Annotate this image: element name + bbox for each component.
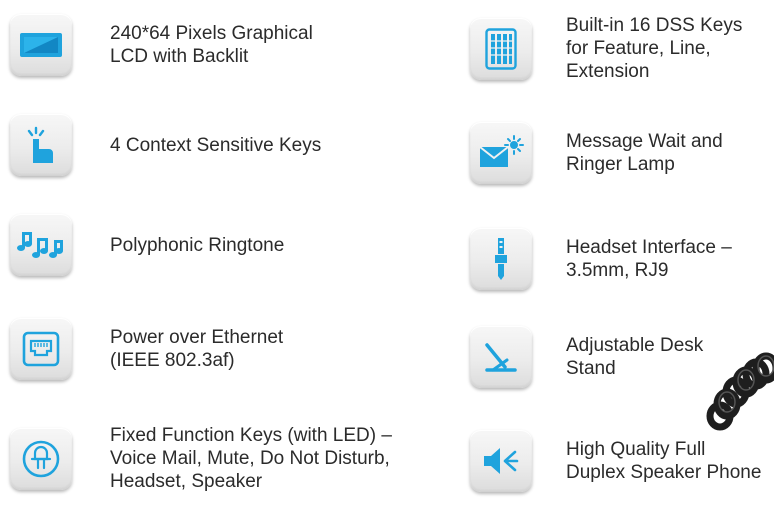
headset-jack-icon [470,228,532,290]
coiled-cord-image [706,352,774,431]
music-notes-icon [10,214,72,276]
dss-keys-icon [470,17,532,80]
message-lamp-icon [470,122,532,184]
feature-headset: Headset Interface – 3.5mm, RJ9 [470,228,732,290]
feature-message-lamp: Message Wait and Ringer Lamp [470,122,723,184]
feature-label: Headset Interface – 3.5mm, RJ9 [566,237,732,281]
desk-stand-icon [470,326,532,388]
feature-lcd: 240*64 Pixels Graphical LCD with Backlit [10,14,313,76]
feature-label: 240*64 Pixels Graphical LCD with Backlit [110,23,313,67]
feature-context-keys: 4 Context Sensitive Keys [10,114,321,176]
feature-label: 4 Context Sensitive Keys [110,134,322,156]
feature-desk-stand: Adjustable Desk Stand [470,326,703,388]
ethernet-port-icon [10,318,72,380]
feature-poe: Power over Ethernet (IEEE 802.3af) [10,318,283,380]
finger-tap-icon [10,114,72,176]
feature-label: Built-in 16 DSS Keys for Feature, Line, … [566,15,743,82]
feature-label: Power over Ethernet (IEEE 802.3af) [110,327,284,371]
feature-label: Polyphonic Ringtone [110,234,285,256]
feature-label: Fixed Function Keys (with LED) – Voice M… [110,425,392,492]
feature-label: Message Wait and Ringer Lamp [566,131,723,175]
function-key-icon [10,427,72,490]
feature-dss-keys: Built-in 16 DSS Keys for Feature, Line, … [470,14,742,83]
feature-label: Adjustable Desk Stand [566,335,704,379]
feature-function-keys: Fixed Function Keys (with LED) – Voice M… [10,424,392,493]
lcd-display-icon [10,14,72,76]
speaker-icon [470,430,532,492]
feature-ringtone: Polyphonic Ringtone [10,214,284,276]
